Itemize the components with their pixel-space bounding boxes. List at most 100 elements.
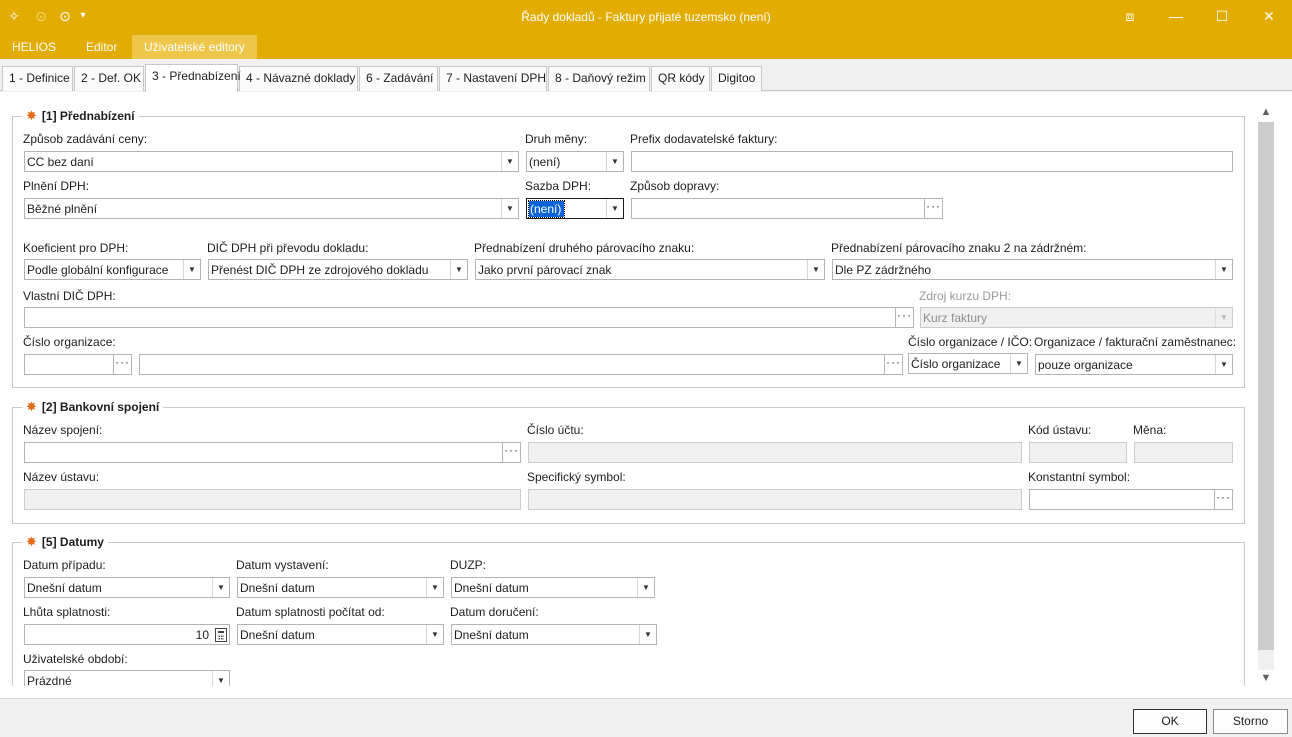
spec-symbol-input [528,489,1022,510]
dropdown-arrow-icon[interactable]: ▼ [637,578,654,597]
scrollbar-thumb[interactable] [1258,122,1274,650]
vat-rate-select[interactable]: (není) ▼ [526,198,624,219]
conn-name-browse-button[interactable]: ··· [502,442,521,463]
tab-qr-kody[interactable]: QR kódy [651,66,710,91]
pairing2-hold-label: Přednabízení párovacího znaku 2 na zádrž… [831,241,1087,255]
dropdown-arrow-icon[interactable]: ▼ [450,260,467,279]
vat-fulfillment-label: Plnění DPH: [23,179,90,193]
vat-coef-label: Koeficient pro DPH: [23,241,129,255]
org-number-label: Číslo organizace: [23,335,116,349]
tab-nastaveni-dph[interactable]: 7 - Nastavení DPH [439,66,547,91]
rate-source-select: Kurz faktury ▼ [920,307,1233,328]
org-name-input[interactable] [139,354,885,375]
scroll-down-icon[interactable]: ▼ [1258,670,1274,686]
duzp-select[interactable]: Dnešní datum ▼ [451,577,655,598]
dropdown-arrow-icon: ▼ [1215,308,1232,327]
close-button[interactable]: ✕ [1246,0,1292,35]
issue-date-label: Datum vystavení: [236,558,329,572]
window-title: Řady dokladů - Faktury přijaté tuzemsko … [521,10,771,24]
spec-symbol-label: Specifický symbol: [527,470,626,484]
menu-editor[interactable]: Editor [74,35,129,59]
scroll-up-icon[interactable]: ▲ [1258,104,1274,120]
delivery-date-select[interactable]: Dnešní datum ▼ [451,624,657,645]
dropdown-arrow-icon[interactable]: ▼ [606,152,623,171]
due-from-select[interactable]: Dnešní datum ▼ [237,624,444,645]
group-bank-title: ✸ [2] Bankovní spojení [22,399,164,415]
vat-dic-transfer-select[interactable]: Přenést DIČ DPH ze zdrojového dokladu ▼ [208,259,468,280]
conn-name-label: Název spojení: [23,423,103,437]
rate-source-label: Zdroj kurzu DPH: [919,289,1012,303]
calculator-icon[interactable] [215,628,227,642]
dropdown-arrow-icon[interactable]: ▼ [183,260,200,279]
pairing2-select[interactable]: Jako první párovací znak ▼ [475,259,825,280]
pairing2-label: Přednabízení druhého párovacího znaku: [474,241,695,255]
org-employee-label: Organizace / fakturační zaměstnanec: [1034,335,1237,349]
case-date-label: Datum případu: [23,558,106,572]
vat-coef-select[interactable]: Podle globální konfigurace ▼ [24,259,201,280]
group-star-icon: ✸ [26,108,37,123]
price-mode-select[interactable]: CC bez daní ▼ [24,151,519,172]
menu-user-editors[interactable]: Uživatelské editory [132,35,257,59]
bank-code-input [1029,442,1127,463]
org-number-browse-button[interactable]: ··· [113,354,132,375]
dropdown-arrow-icon[interactable]: ▼ [606,199,623,218]
vat-fulfillment-select[interactable]: Běžné plnění ▼ [24,198,519,219]
currency-input [1134,442,1233,463]
tab-digitoo[interactable]: Digitoo [711,66,762,91]
minimize-button[interactable]: — [1153,0,1199,35]
org-name-browse-button[interactable]: ··· [884,354,903,375]
currency-type-label: Druh měny: [525,132,588,146]
due-from-label: Datum splatnosti počítat od: [236,605,385,619]
dropdown-arrow-icon[interactable]: ▼ [639,625,656,644]
group-star-icon: ✸ [26,399,37,414]
tab-prednabizeni[interactable]: 3 - Přednabízení [145,64,241,92]
dropdown-arrow-icon[interactable]: ▼ [501,199,518,218]
case-date-select[interactable]: Dnešní datum ▼ [24,577,230,598]
const-symbol-input[interactable] [1029,489,1215,510]
bank-name-label: Název ústavu: [23,470,100,484]
user-period-select[interactable]: Prázdné ▼ [24,670,230,686]
const-symbol-browse-button[interactable]: ··· [1214,489,1233,510]
cancel-button[interactable]: Storno [1213,709,1288,734]
tab-definice[interactable]: 1 - Definice [2,66,73,91]
dropdown-arrow-icon[interactable]: ▼ [807,260,824,279]
dropdown-arrow-icon[interactable]: ▼ [426,625,443,644]
org-ico-select[interactable]: Číslo organizace ▼ [908,353,1028,374]
issue-date-select[interactable]: Dnešní datum ▼ [237,577,444,598]
bank-code-label: Kód ústavu: [1028,423,1092,437]
maximize-button[interactable]: ☐ [1199,0,1245,35]
vat-dic-transfer-label: DIČ DPH při převodu dokladu: [207,241,369,255]
bank-name-input [24,489,521,510]
tab-def-ok[interactable]: 2 - Def. OK [74,66,144,91]
user-period-clip: Prázdné ▼ [24,670,230,686]
pairing2-hold-select[interactable]: Dle PZ zádržného ▼ [832,259,1233,280]
dropdown-arrow-icon[interactable]: ▼ [1215,260,1232,279]
menu-helios[interactable]: HELIOS [0,35,68,59]
vat-rate-label: Sazba DPH: [525,179,592,193]
dropdown-arrow-icon[interactable]: ▼ [212,671,229,686]
dropdown-arrow-icon[interactable]: ▼ [1215,355,1232,374]
tab-zadavani[interactable]: 6 - Zadávání [359,66,438,91]
restore-panel-button[interactable]: ⧈ [1107,0,1153,35]
own-vat-id-browse-button[interactable]: ··· [895,307,914,328]
org-employee-select[interactable]: pouze organizace ▼ [1035,354,1233,375]
org-number-input[interactable] [24,354,114,375]
conn-name-input[interactable] [24,442,503,463]
due-days-input[interactable]: 10 [24,624,230,645]
dropdown-arrow-icon[interactable]: ▼ [501,152,518,171]
transport-browse-button[interactable]: ··· [924,198,943,219]
tab-danovy-rezim[interactable]: 8 - Daňový režim [548,66,650,91]
supplier-prefix-input[interactable] [631,151,1233,172]
dropdown-arrow-icon[interactable]: ▼ [212,578,229,597]
transport-input[interactable] [631,198,925,219]
dropdown-arrow-icon[interactable]: ▼ [1010,354,1027,373]
own-vat-id-input[interactable] [24,307,896,328]
ok-button[interactable]: OK [1133,709,1207,734]
due-days-label: Lhůta splatnosti: [23,605,111,619]
duzp-label: DUZP: [450,558,486,572]
group-prednabizeni-title: ✸ [1] Přednabízení [22,108,139,124]
tab-navazne-doklady[interactable]: 4 - Návazné doklady [239,66,358,91]
const-symbol-label: Konstantní symbol: [1028,470,1131,484]
currency-type-select[interactable]: (není) ▼ [526,151,624,172]
dropdown-arrow-icon[interactable]: ▼ [426,578,443,597]
